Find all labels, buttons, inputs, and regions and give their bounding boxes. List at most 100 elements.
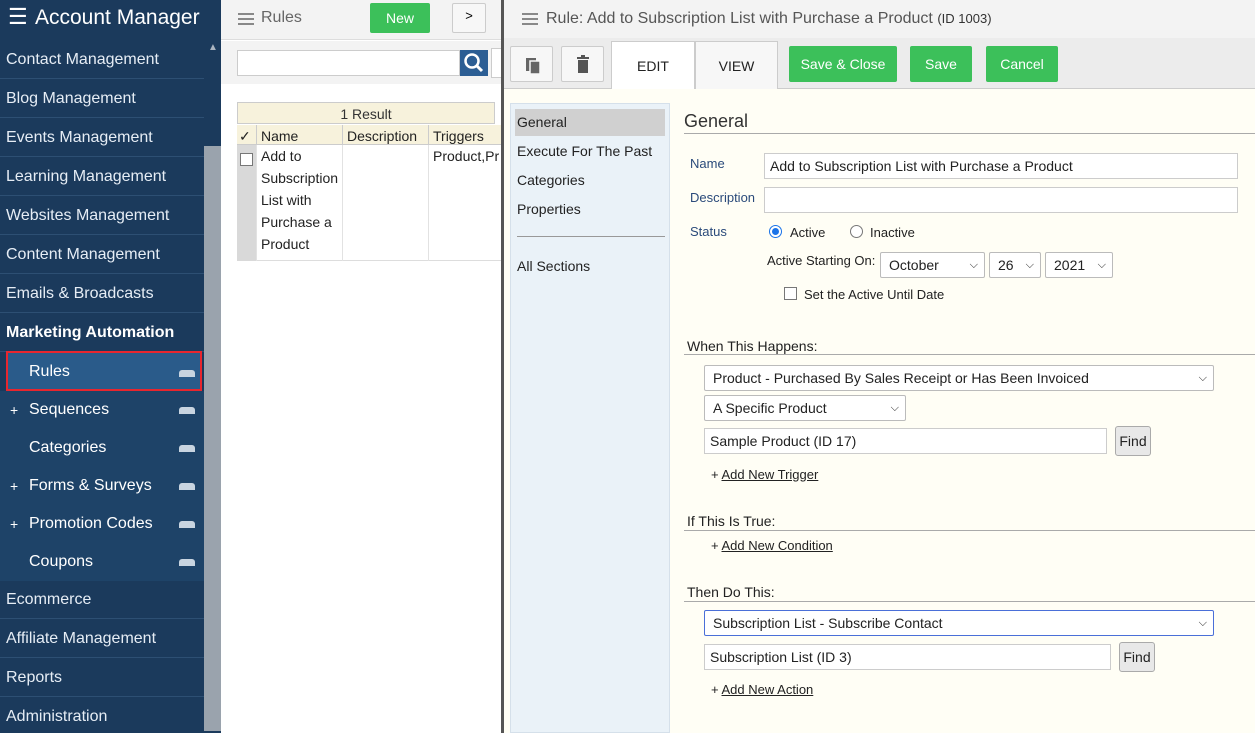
sidebar-subitem-forms-surveys[interactable]: + Forms & Surveys: [0, 467, 204, 505]
year-select[interactable]: 2021 ⌵: [1045, 252, 1113, 278]
name-label: Name: [690, 156, 725, 171]
expand-plus-icon[interactable]: +: [10, 505, 18, 543]
copy-button[interactable]: [510, 46, 553, 82]
cancel-button[interactable]: Cancel: [986, 46, 1058, 82]
sidebar-item-events-management[interactable]: Events Management: [0, 118, 204, 157]
column-check[interactable]: ✓: [237, 125, 257, 145]
trigger-value: Product - Purchased By Sales Receipt or …: [713, 370, 1089, 386]
sidebar-item-administration[interactable]: Administration: [0, 697, 204, 736]
tray-icon[interactable]: [179, 370, 195, 377]
sidebar-item-websites-management[interactable]: Websites Management: [0, 196, 204, 235]
add-condition-label[interactable]: Add New Condition: [722, 538, 833, 553]
chevron-down-icon: ⌵: [969, 259, 978, 271]
action-target-field[interactable]: [704, 644, 1111, 670]
action-select[interactable]: Subscription List - Subscribe Contact ⌵: [704, 610, 1214, 636]
tray-icon[interactable]: [179, 407, 195, 414]
status-active-radio[interactable]: [769, 225, 782, 238]
sidebar-subitem-label: Sequences: [29, 401, 110, 418]
sidebar-subitem-coupons[interactable]: Coupons: [0, 543, 204, 581]
scroll-up-icon[interactable]: ▲: [208, 42, 218, 53]
save-close-button[interactable]: Save & Close: [789, 46, 897, 82]
when-heading: When This Happens:: [687, 338, 818, 354]
column-triggers[interactable]: Triggers: [429, 125, 501, 145]
row-description-cell[interactable]: [343, 145, 429, 261]
sidebar-subitem-label: Coupons: [29, 553, 94, 570]
sidebar-item-emails-broadcasts[interactable]: Emails & Broadcasts: [0, 274, 204, 313]
tray-icon[interactable]: [179, 445, 195, 452]
row-triggers-cell[interactable]: Product,Pr: [429, 145, 501, 261]
month-select[interactable]: October ⌵: [880, 252, 985, 278]
column-description[interactable]: Description: [343, 125, 429, 145]
status-inactive-radio[interactable]: [850, 225, 863, 238]
row-name-line: Subscription: [261, 170, 339, 186]
expand-panel-button[interactable]: >: [452, 3, 486, 33]
tray-icon[interactable]: [179, 521, 195, 528]
section-nav-categories[interactable]: Categories: [515, 167, 665, 194]
search-input[interactable]: [237, 50, 460, 76]
sidebar-subitem-categories[interactable]: Categories: [0, 429, 204, 467]
row-name-cell[interactable]: Add to Subscription List with Purchase a…: [257, 145, 343, 261]
name-field[interactable]: [764, 153, 1238, 179]
sidebar-subitem-label: Forms & Surveys: [29, 477, 152, 494]
sidebar-item-content-management[interactable]: Content Management: [0, 235, 204, 274]
add-action-label[interactable]: Add New Action: [722, 682, 814, 697]
row-select-cell[interactable]: [237, 145, 257, 261]
trigger-find-button[interactable]: Find: [1115, 426, 1151, 456]
tab-edit[interactable]: EDIT: [611, 41, 695, 89]
day-value: 26: [998, 257, 1014, 273]
editor-toolbar: EDIT VIEW Save & Close Save Cancel: [504, 38, 1255, 89]
sidebar-scrollbar[interactable]: ▲: [204, 38, 221, 733]
sidebar-item-blog-management[interactable]: Blog Management: [0, 79, 204, 118]
add-condition-link[interactable]: + Add New Condition: [711, 538, 833, 553]
sidebar-item-ecommerce[interactable]: Ecommerce: [0, 580, 204, 619]
month-value: October: [889, 257, 939, 273]
table-row[interactable]: Add to Subscription List with Purchase a…: [237, 145, 501, 261]
menu-icon[interactable]: [238, 13, 254, 25]
sidebar-subitem-sequences[interactable]: + Sequences: [0, 391, 204, 429]
search-options-edge[interactable]: [491, 48, 501, 78]
new-button[interactable]: New: [370, 3, 430, 33]
sidebar-subitem-promotion-codes[interactable]: + Promotion Codes: [0, 505, 204, 543]
scrollbar-thumb[interactable]: [204, 146, 221, 731]
result-count: 1 Result: [237, 102, 495, 124]
sidebar-item-contact-management[interactable]: Contact Management: [0, 40, 204, 79]
tray-icon[interactable]: [179, 483, 195, 490]
add-trigger-label[interactable]: Add New Trigger: [722, 467, 819, 482]
delete-button[interactable]: [561, 46, 604, 82]
add-trigger-link[interactable]: + Add New Trigger: [711, 467, 818, 482]
general-heading: General: [684, 111, 749, 131]
action-find-button[interactable]: Find: [1119, 642, 1155, 672]
sidebar-item-reports[interactable]: Reports: [0, 658, 204, 697]
tab-view[interactable]: VIEW: [695, 41, 778, 89]
sidebar-item-marketing-automation[interactable]: Marketing Automation: [0, 313, 204, 352]
row-checkbox[interactable]: [240, 153, 253, 166]
list-title: Rules: [261, 9, 302, 26]
expand-plus-icon[interactable]: +: [10, 467, 18, 505]
section-nav-general[interactable]: General: [515, 109, 665, 136]
save-button[interactable]: Save: [910, 46, 972, 82]
menu-icon[interactable]: [522, 13, 538, 25]
section-nav-execute-for-the-past[interactable]: Execute For The Past: [515, 138, 665, 165]
sidebar-subitem-rules[interactable]: Rules: [6, 351, 202, 391]
general-divider: [684, 133, 1255, 134]
hamburger-menu-icon[interactable]: ☰: [8, 6, 28, 28]
search-button[interactable]: [460, 50, 488, 76]
column-name[interactable]: Name: [257, 125, 343, 145]
sidebar-item-affiliate-management[interactable]: Affiliate Management: [0, 619, 204, 658]
section-nav-properties[interactable]: Properties: [515, 196, 665, 223]
tray-icon[interactable]: [179, 559, 195, 566]
trigger-select[interactable]: Product - Purchased By Sales Receipt or …: [704, 365, 1214, 391]
day-select[interactable]: 26 ⌵: [989, 252, 1041, 278]
active-until-checkbox[interactable]: [784, 287, 797, 300]
add-action-link[interactable]: + Add New Action: [711, 682, 813, 697]
section-nav-all-sections[interactable]: All Sections: [515, 253, 665, 280]
rule-editor: Rule: Add to Subscription List with Purc…: [504, 0, 1255, 733]
active-starting-label: Active Starting On:: [767, 253, 876, 268]
if-divider: [684, 530, 1255, 531]
status-active-label: Active: [790, 225, 826, 240]
sidebar-item-learning-management[interactable]: Learning Management: [0, 157, 204, 196]
trigger-product-field[interactable]: [704, 428, 1107, 454]
trigger-scope-select[interactable]: A Specific Product ⌵: [704, 395, 906, 421]
expand-plus-icon[interactable]: +: [10, 391, 18, 429]
description-field[interactable]: [764, 187, 1238, 213]
